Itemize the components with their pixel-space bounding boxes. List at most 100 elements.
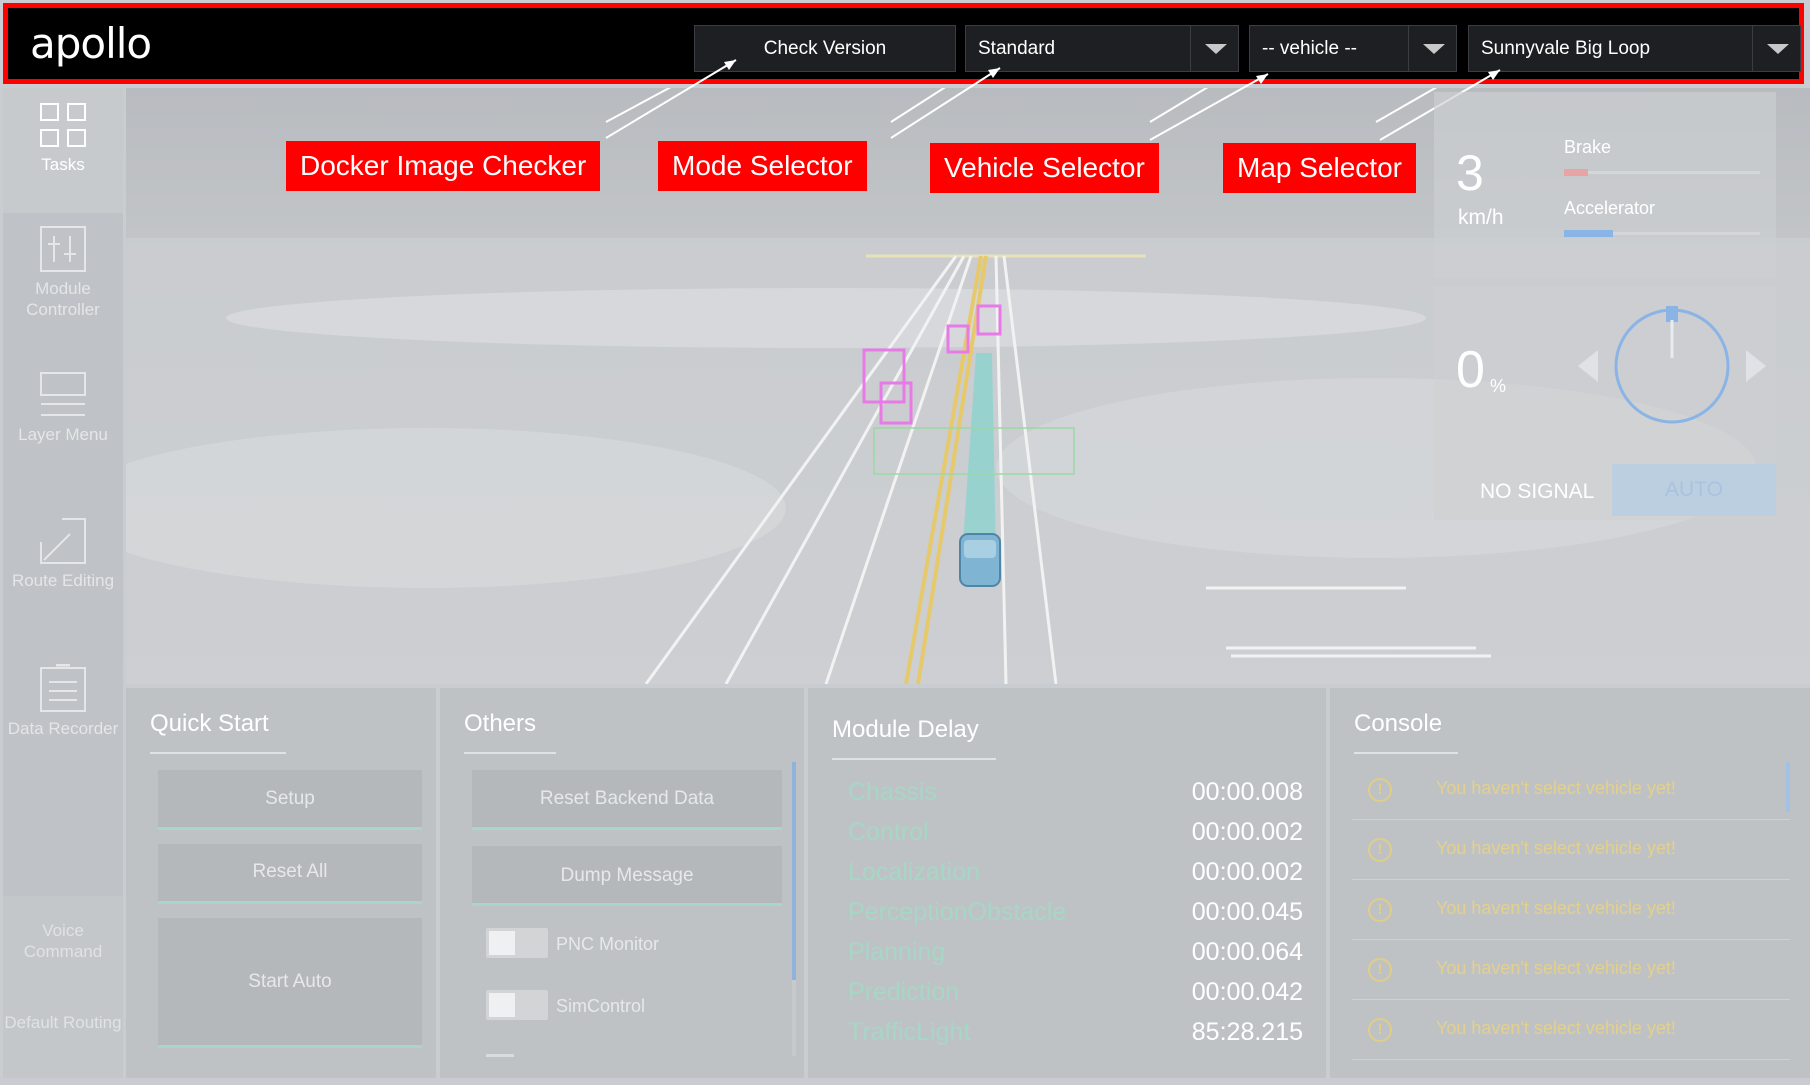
console-message: ! You haven't select vehicle yet! [1352,882,1790,940]
console-message-text: You haven't select vehicle yet! [1436,958,1676,978]
speed-value: 3 [1456,145,1484,201]
title-underline [832,758,996,760]
console-message: ! You haven't select vehicle yet! [1352,1002,1790,1060]
steering-unit: % [1490,376,1507,396]
quick-start-panel: Quick Start Setup Reset All Start Auto [126,688,436,1078]
speed-panel [1434,92,1776,278]
simcontrol-label: SimControl [556,996,646,1016]
module-delay-value: 85:28.215 [1191,1018,1303,1046]
sidebar-item-label: Tasks [41,155,85,174]
console-title: Console [1354,710,1443,737]
module-delay-row: Control 00:00.002 [848,818,1303,854]
console-message-text: You haven't select vehicle yet! [1436,838,1676,858]
module-delay-value: 00:00.002 [1191,818,1303,846]
warning-icon: ! [1368,898,1392,922]
simcontrol-toggle[interactable] [486,990,548,1020]
apollo-dreamview: apollo Check Version Standard -- vehicle… [0,0,1810,1085]
quick-start-title: Quick Start [150,710,269,737]
others-panel: Others Reset Backend Data Dump Message P… [440,688,804,1078]
module-name: PerceptionObstacle [848,898,1067,926]
console-message: ! You haven't select vehicle yet! [1352,822,1790,880]
sidebar-item-label: Data Recorder [7,719,119,738]
module-name: Localization [848,858,981,886]
console-message-text: You haven't select vehicle yet! [1436,778,1676,798]
setup-button[interactable]: Setup [158,770,422,830]
route-edit-icon [40,518,86,564]
pnc-monitor-toggle[interactable] [486,928,548,958]
console-message: ! You haven't select vehicle yet! [1352,942,1790,1000]
module-delay-row: Localization 00:00.002 [848,858,1303,894]
sidebar: Tasks Module Controller Layer Menu Route… [3,88,123,1078]
console-scrollbar[interactable] [1786,762,1790,812]
module-delay-row: Planning 00:00.064 [848,938,1303,974]
dump-message-button[interactable]: Dump Message [472,846,782,906]
start-auto-button[interactable]: Start Auto [158,918,422,1048]
warning-icon: ! [1368,958,1392,982]
module-delay-value: 00:00.064 [1191,938,1303,966]
title-underline [1354,752,1458,754]
brake-bar-fill [1564,169,1588,176]
accelerator-label: Accelerator [1564,198,1656,218]
console-message: ! You haven't select vehicle yet! [1352,762,1790,820]
accelerator-bar-fill [1564,230,1613,237]
module-name: Prediction [848,978,960,1006]
warning-icon: ! [1368,1018,1392,1042]
brake-label: Brake [1564,137,1612,157]
accelerator-bar [1564,230,1760,237]
sidebar-item-data-recorder[interactable]: Data Recorder [3,664,123,794]
pnc-monitor-label: PNC Monitor [556,934,660,954]
warning-icon: ! [1368,778,1392,802]
sliders-icon [40,226,86,272]
console-message-text: You haven't select vehicle yet! [1436,898,1676,918]
module-delay-value: 00:00.042 [1191,978,1303,1006]
scrollbar-track[interactable] [792,980,796,1056]
module-delay-row: PerceptionObstacle 00:00.045 [848,898,1303,934]
toggle-knob [489,993,515,1017]
annotation-mode-selector: Mode Selector [658,141,867,191]
title-underline [150,752,286,754]
layers-icon [40,372,86,416]
sidebar-item-module-controller[interactable]: Module Controller [3,226,123,356]
module-delay-panel: Module Delay Chassis 00:00.008 Control 00:0… [808,688,1326,1078]
console-message-text: You haven't select vehicle yet! [1436,1018,1676,1038]
steering-percent: 0 [1456,341,1485,399]
auto-mode-button[interactable]: AUTO [1612,464,1776,516]
sidebar-item-route-editing[interactable]: Route Editing [3,518,123,648]
warning-icon: ! [1368,838,1392,862]
next-toggle-edge [486,1054,514,1057]
reset-backend-data-button[interactable]: Reset Backend Data [472,770,782,830]
brake-bar [1564,169,1760,176]
title-underline [464,752,556,754]
sidebar-item-layer-menu[interactable]: Layer Menu [3,372,123,502]
steering-wheel-icon [1578,306,1766,424]
annotation-vehicle-selector: Vehicle Selector [930,143,1159,193]
module-delay-value: 00:00.045 [1191,898,1303,926]
toggle-knob [489,931,515,955]
sidebar-item-default-routing[interactable]: Default Routing [3,988,123,1078]
module-delay-row: TrafficLight 85:28.215 [848,1018,1303,1054]
sidebar-item-label: Module Controller [26,279,100,319]
sidebar-item-label: Default Routing [4,1013,122,1032]
annotation-docker-image-checker: Docker Image Checker [286,141,601,191]
module-delay-row: Prediction 00:00.042 [848,978,1303,1014]
module-delay-title: Module Delay [832,716,979,743]
console-panel: Console ! You haven't select vehicle yet!… [1330,688,1810,1078]
sidebar-item-label: Layer Menu [18,425,108,444]
vehicle-dashboard: 3 km/h Brake Accelerator 0 % NO SIGNAL A… [1434,92,1776,520]
module-delay-row: Chassis 00:00.008 [848,778,1303,814]
others-title: Others [464,710,537,737]
annotation-map-selector: Map Selector [1223,143,1416,193]
sidebar-item-label: Route Editing [11,571,115,590]
module-name: Planning [848,938,946,966]
module-name: TrafficLight [848,1018,971,1046]
module-delay-value: 00:00.002 [1191,858,1303,886]
module-name: Control [848,818,929,846]
sidebar-item-label: Voice Command [23,921,103,961]
module-delay-value: 00:00.008 [1191,778,1303,806]
scrollbar-thumb[interactable] [792,762,796,980]
sidebar-item-voice-command[interactable]: Voice Command [3,896,123,986]
reset-all-button[interactable]: Reset All [158,844,422,904]
document-icon [40,664,86,712]
speed-unit: km/h [1458,206,1504,229]
signal-status: NO SIGNAL [1480,480,1595,503]
